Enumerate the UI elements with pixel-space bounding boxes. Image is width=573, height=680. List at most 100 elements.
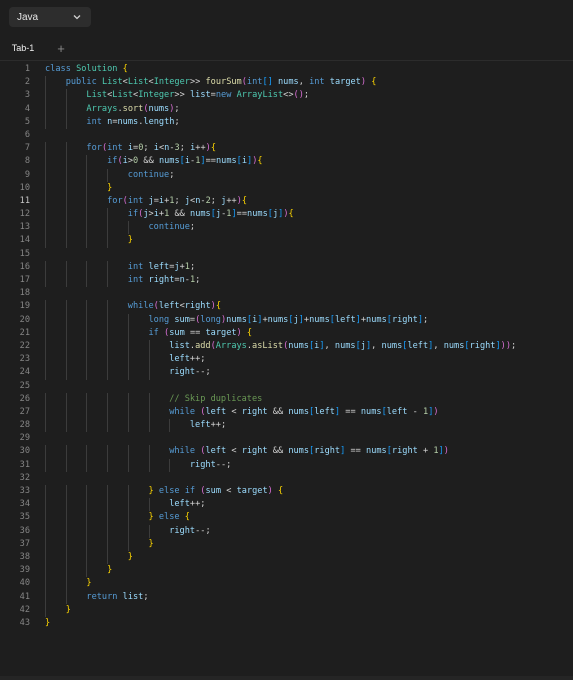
line-number: 34	[19, 499, 30, 510]
indent-guide	[86, 353, 88, 367]
code-line[interactable]: right--;	[45, 458, 516, 472]
chevron-down-icon	[73, 15, 81, 20]
code-text: left++;	[169, 354, 206, 365]
code-line[interactable]: return list;	[45, 590, 516, 604]
code-line[interactable]: }	[45, 234, 516, 248]
indent-guide	[148, 524, 150, 538]
code-line[interactable]	[45, 380, 516, 393]
line-number: 23	[19, 354, 30, 365]
indent-guide	[65, 181, 67, 195]
code-line[interactable]: if (sum == target) {	[45, 326, 516, 340]
code-line[interactable]: while (left < right && nums[left] == num…	[45, 405, 516, 420]
indent-guide	[45, 458, 46, 472]
code-line[interactable]: }	[45, 617, 516, 630]
code-line[interactable]: int n=nums.length;	[45, 115, 516, 129]
code-line[interactable]: while (left < right && nums[right] == nu…	[45, 445, 516, 459]
code-line[interactable]: List<List<Integer>> list=new ArrayList<>…	[45, 89, 516, 103]
indent-guide	[45, 102, 46, 116]
indent-guide	[127, 339, 129, 354]
code-text: }	[107, 565, 113, 576]
code-line[interactable]: right--;	[45, 524, 516, 538]
code-line[interactable]	[45, 129, 516, 142]
indent-guide	[86, 564, 88, 578]
indent-guide	[169, 419, 171, 433]
line-number: 35	[19, 512, 30, 523]
code-line[interactable]	[45, 287, 516, 300]
code-line[interactable]: // Skip duplicates	[45, 392, 516, 406]
indent-guide	[148, 419, 150, 433]
indent-guide	[45, 590, 46, 604]
code-line[interactable]	[45, 248, 516, 261]
code-line[interactable]: }	[45, 181, 516, 195]
code-line[interactable]: left++;	[45, 498, 516, 512]
code-line[interactable]: left++;	[45, 419, 516, 433]
code-line[interactable]: int left=j+1;	[45, 260, 516, 274]
code-line[interactable]: continue;	[45, 221, 516, 235]
indent-guide	[107, 366, 109, 380]
indent-guide	[86, 419, 88, 433]
indent-guide	[127, 537, 129, 551]
code-line[interactable]: if(j>i+1 && nums[j-1]==nums[j]){	[45, 208, 516, 222]
code-line[interactable]: }	[45, 577, 516, 591]
code-line[interactable]: Arrays.sort(nums);	[45, 102, 516, 116]
line-number: 9	[24, 169, 30, 180]
indent-guide	[65, 419, 67, 433]
indent-guide	[127, 405, 129, 420]
code-line[interactable]: class Solution {	[45, 63, 516, 76]
indent-guide	[148, 498, 150, 512]
indent-guide	[86, 524, 88, 538]
indent-guide	[169, 458, 171, 472]
indent-guide	[107, 511, 109, 525]
indent-guide	[86, 405, 88, 420]
line-number: 28	[19, 420, 30, 431]
indent-guide	[107, 419, 109, 433]
line-number: 10	[19, 182, 30, 193]
code-text: // Skip duplicates	[169, 393, 263, 404]
code-line[interactable]: long sum=(long)nums[i]+nums[j]+nums[left…	[45, 313, 516, 327]
code-line[interactable]: left++;	[45, 353, 516, 367]
add-tab-button[interactable]: +	[54, 39, 68, 57]
code-line[interactable]: right--;	[45, 366, 516, 380]
line-number: 33	[19, 486, 30, 496]
top-bar: Java	[0, 0, 573, 34]
indent-guide	[107, 405, 109, 420]
code-line[interactable]: }	[45, 603, 516, 617]
indent-guide	[107, 221, 109, 235]
code-line[interactable]	[45, 472, 516, 485]
code-line[interactable]: while(left<right){	[45, 300, 516, 314]
code-area[interactable]: class Solution { public List<List<Intege…	[45, 63, 516, 630]
code-line[interactable]: list.add(Arrays.asList(nums[i], nums[j],…	[45, 339, 516, 354]
code-line[interactable]: int right=n-1;	[45, 274, 516, 288]
code-line[interactable]: } else {	[45, 511, 516, 525]
indent-guide	[45, 511, 46, 525]
code-line[interactable]: }	[45, 550, 516, 565]
code-editor[interactable]: 1 2 3 4 5 6 7 8 9 10 11 12 13 14 15 16 17 18 19 20 21 22 23 24 2…	[0, 63, 573, 633]
indent-guide	[86, 511, 88, 525]
indent-guide	[45, 603, 46, 617]
indent-guide	[45, 564, 46, 578]
indent-guide	[45, 339, 46, 354]
code-line[interactable]: if(i>0 && nums[i-1]==nums[i]){	[45, 155, 516, 169]
line-number: 11	[19, 195, 30, 206]
code-line[interactable]: }	[45, 564, 516, 578]
code-line[interactable]: for(int i=0; i<n-3; i++){	[45, 142, 516, 156]
line-number: 6	[24, 129, 30, 140]
tab-1[interactable]: Tab-1	[4, 38, 42, 58]
indent-guide	[65, 194, 67, 209]
code-line[interactable]: public List<List<Integer>> fourSum(int[]…	[45, 76, 516, 90]
indent-guide	[45, 208, 46, 222]
code-line[interactable]: for(int j=i+1; j<n-2; j++){	[45, 194, 516, 209]
indent-guide	[45, 168, 46, 182]
code-text: } else if (sum < target) {	[148, 486, 284, 496]
language-select[interactable]: Java	[9, 7, 91, 27]
indent-guide	[65, 353, 67, 367]
code-line[interactable]: }	[45, 537, 516, 551]
code-line[interactable]: } else if (sum < target) {	[45, 485, 516, 499]
code-line[interactable]	[45, 432, 516, 445]
indent-guide	[127, 313, 129, 327]
code-line[interactable]: continue;	[45, 168, 516, 182]
code-text: }	[65, 604, 71, 615]
indent-guide	[65, 234, 67, 248]
code-text: continue;	[148, 222, 196, 233]
indent-guide	[45, 76, 46, 90]
